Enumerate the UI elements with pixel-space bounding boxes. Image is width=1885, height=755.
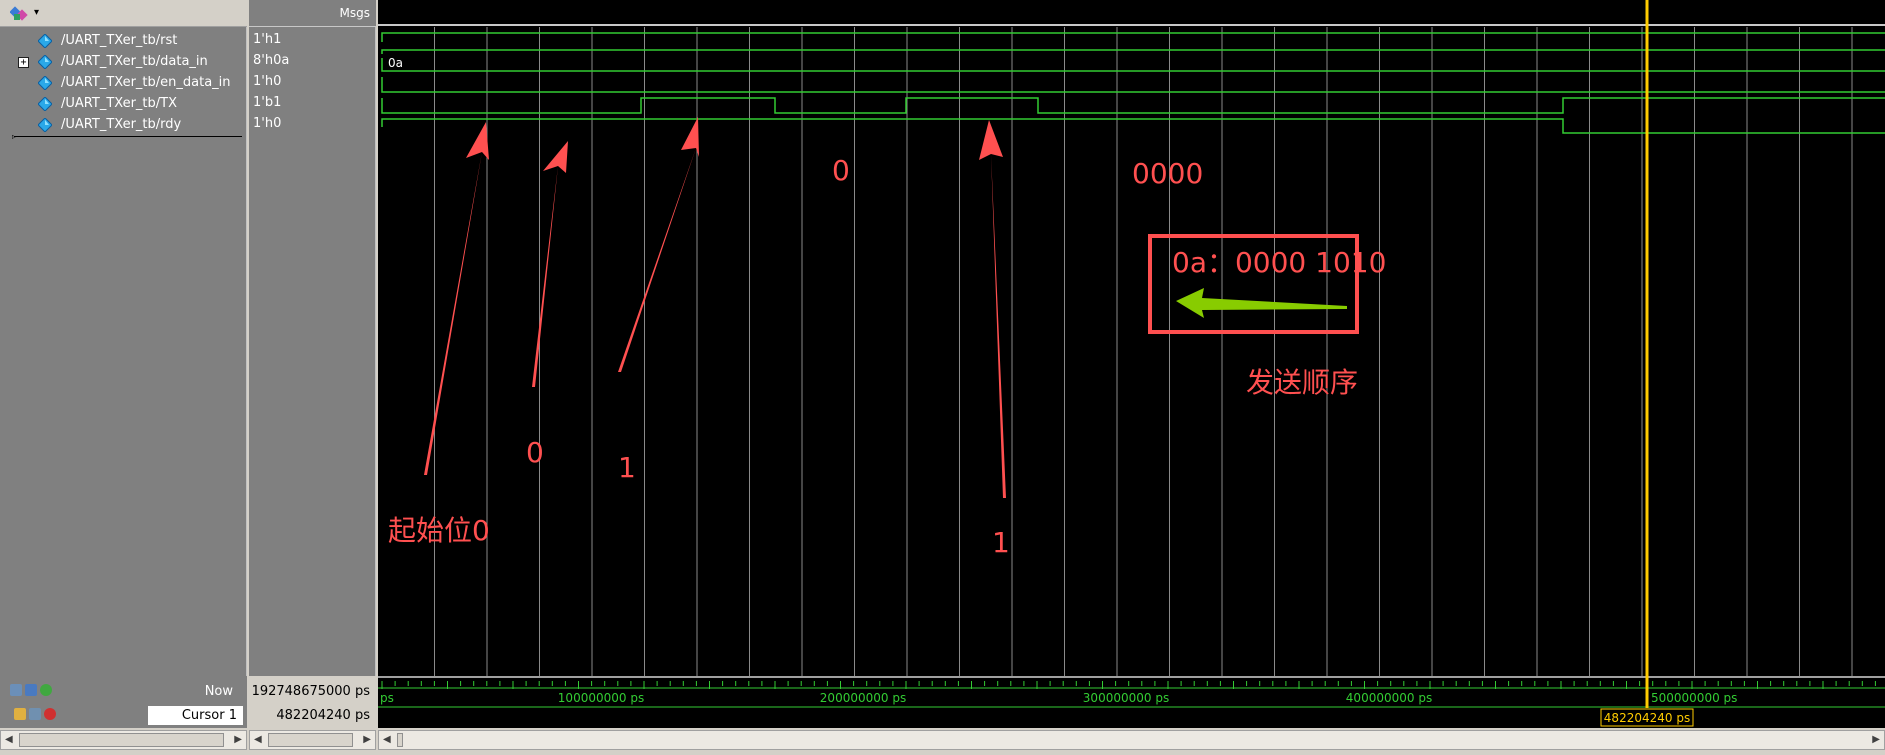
- signal-name: /UART_TXer_tb/TX: [61, 96, 177, 111]
- signal-row-data-in[interactable]: + /UART_TXer_tb/data_in: [0, 52, 247, 73]
- scroll-left-icon[interactable]: ◀: [254, 734, 262, 745]
- annotation-start-bit: 起始位0: [388, 514, 490, 547]
- signal-value: 8'h0a: [253, 53, 290, 68]
- annotation-arrows: [424, 117, 1006, 498]
- wave-tx[interactable]: [381, 97, 1885, 114]
- timeline-ruler[interactable]: ps 100000000 ps 200000000 ps 300000000 p…: [378, 676, 1885, 728]
- signal-values-panel: Msgs 1'h1 8'h0a 1'h0 1'b1 1'h0: [249, 0, 376, 676]
- separator-marker-icon: ▹: [12, 132, 17, 141]
- signal-diamond-icon: [38, 76, 52, 90]
- tick-label: ps: [380, 691, 394, 705]
- lock-icon[interactable]: [14, 708, 26, 720]
- tick-label: 400000000 ps: [1346, 691, 1432, 705]
- wave-hscrollbar[interactable]: ◀ ▶: [378, 730, 1885, 750]
- signal-row-rst[interactable]: /UART_TXer_tb/rst: [0, 31, 247, 52]
- signal-diamond-icon: [38, 55, 52, 69]
- scroll-right-icon[interactable]: ▶: [363, 734, 371, 745]
- signal-row-tx[interactable]: /UART_TXer_tb/TX: [0, 94, 247, 115]
- waveform-canvas[interactable]: 0a 起始位0 0 1 0 0000 1 0a：0000 1010 发送顺序: [378, 0, 1885, 676]
- annotation-box-text: 0a：0000 1010: [1172, 246, 1386, 279]
- msgs-header-label: Msgs: [339, 6, 370, 20]
- zoom-fit-icon[interactable]: [25, 684, 37, 696]
- tick-label: 100000000 ps: [558, 691, 644, 705]
- wrench-icon[interactable]: [29, 708, 41, 720]
- names-hscrollbar[interactable]: ◀ ▶: [0, 730, 247, 750]
- annotation-bit0-b: 0: [832, 154, 850, 187]
- cursor-icons[interactable]: [14, 708, 56, 720]
- wave-rdy[interactable]: [381, 118, 1885, 134]
- tick-label: 500000000 ps: [1651, 691, 1737, 705]
- wave-toolbar: ▾: [0, 0, 247, 27]
- signal-name: /UART_TXer_tb/data_in: [61, 54, 208, 69]
- annotation-bits-zero: 0000: [1132, 157, 1203, 190]
- tick-label: 300000000 ps: [1083, 691, 1169, 705]
- status-names-area: Now Cursor 1: [0, 676, 247, 728]
- wave-tool-icon[interactable]: [10, 5, 30, 23]
- wave-rst[interactable]: [381, 32, 1885, 42]
- waveform-panel[interactable]: 0a 起始位0 0 1 0 0000 1 0a：0000 1010 发送顺序: [378, 0, 1885, 676]
- signal-value: 1'h0: [253, 116, 282, 131]
- signal-row-rdy[interactable]: /UART_TXer_tb/rdy: [0, 115, 247, 136]
- arrow-bit0: [532, 141, 568, 387]
- arrow-start-bit: [424, 122, 489, 475]
- cursor-marker-label: 482204240 ps: [1604, 711, 1690, 725]
- time-grid: [434, 27, 1853, 676]
- signal-diamond-icon: [38, 118, 52, 132]
- wave-en-data-in[interactable]: [381, 77, 1885, 93]
- separator-line: [14, 136, 242, 137]
- send-order-arrow: [1176, 288, 1347, 318]
- modelsim-wave-window: ▾ /UART_TXer_tb/rst + /UART_TXer_tb/data…: [0, 0, 1885, 755]
- expand-plus-icon[interactable]: +: [18, 57, 29, 68]
- values-hscrollbar[interactable]: ◀ ▶: [249, 730, 376, 750]
- signal-row-en-data-in[interactable]: /UART_TXer_tb/en_data_in: [0, 73, 247, 94]
- remove-icon[interactable]: [44, 708, 56, 720]
- scroll-left-icon[interactable]: ◀: [383, 734, 391, 745]
- scroll-thumb[interactable]: [19, 733, 224, 747]
- signal-value: 1'h1: [253, 32, 282, 47]
- signal-diamond-icon: [38, 97, 52, 111]
- cursor-value: 482204240 ps: [276, 708, 370, 723]
- arrow-bit1-b: [979, 120, 1006, 498]
- zoom-out-icon[interactable]: [10, 684, 22, 696]
- wave-data-in[interactable]: 0a: [381, 49, 1885, 72]
- signal-name: /UART_TXer_tb/rst: [61, 33, 178, 48]
- annotation-bit0-a: 0: [526, 436, 544, 469]
- timeline-svg: ps 100000000 ps 200000000 ps 300000000 p…: [378, 676, 1885, 727]
- annotation-bit1-b: 1: [992, 526, 1010, 559]
- scroll-left-icon[interactable]: ◀: [5, 734, 13, 745]
- annotation-bit1-a: 1: [618, 451, 636, 484]
- scroll-right-icon[interactable]: ▶: [1872, 734, 1880, 745]
- signal-value: 1'b1: [253, 95, 282, 110]
- add-cursor-icon[interactable]: [40, 684, 52, 696]
- signal-value: 1'h0: [253, 74, 282, 89]
- tick-label: 200000000 ps: [820, 691, 906, 705]
- now-label: Now: [204, 684, 233, 699]
- annotation-send-order: 发送顺序: [1246, 366, 1358, 399]
- signal-name: /UART_TXer_tb/rdy: [61, 117, 182, 132]
- status-values-area: 192748675000 ps 482204240 ps: [249, 676, 376, 728]
- signal-names-panel: ▾ /UART_TXer_tb/rst + /UART_TXer_tb/data…: [0, 0, 247, 676]
- signal-name: /UART_TXer_tb/en_data_in: [61, 75, 231, 90]
- msgs-header: Msgs: [249, 0, 376, 27]
- zoom-icons[interactable]: [10, 684, 52, 696]
- now-value: 192748675000 ps: [251, 684, 370, 699]
- chevron-down-icon[interactable]: ▾: [34, 7, 39, 18]
- scroll-thumb[interactable]: [397, 733, 403, 747]
- cursor-name[interactable]: Cursor 1: [148, 706, 243, 725]
- bus-value-label: 0a: [388, 56, 403, 70]
- arrow-bit1: [618, 117, 699, 372]
- scroll-thumb[interactable]: [268, 733, 353, 747]
- signal-diamond-icon: [38, 34, 52, 48]
- scroll-right-icon[interactable]: ▶: [234, 734, 242, 745]
